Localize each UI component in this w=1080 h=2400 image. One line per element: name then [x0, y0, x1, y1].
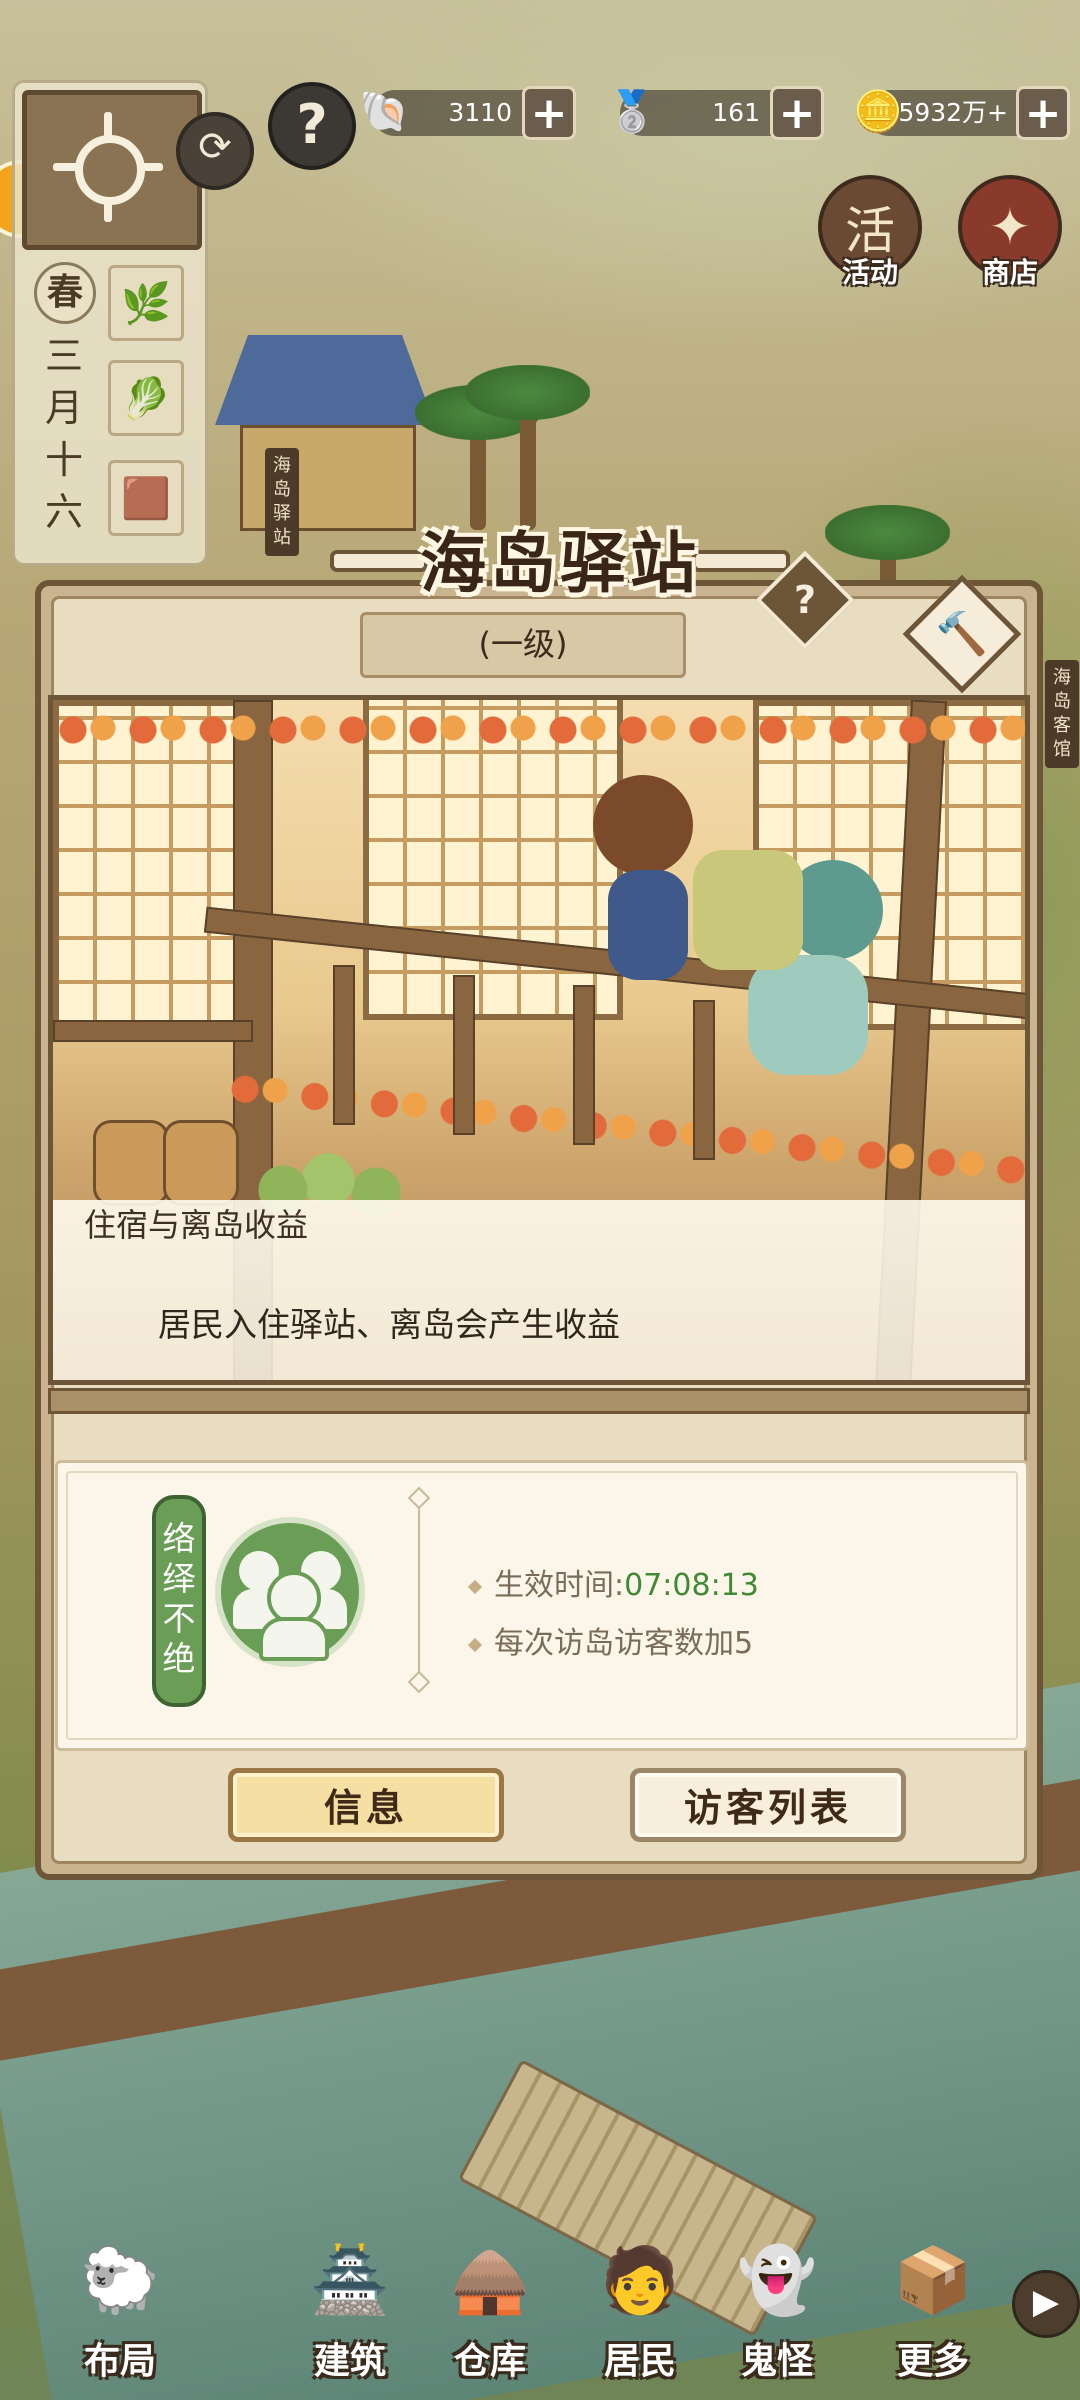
activity-label: 活动: [841, 256, 898, 289]
resident-icon: 🧑: [600, 2243, 680, 2318]
resource-silver: 🥈 161 +: [607, 86, 824, 140]
crop-slot-3[interactable]: 🟫: [108, 460, 184, 536]
hammer-icon: 🔨: [935, 609, 989, 658]
buff-duration-value: 07:08:13: [624, 1568, 759, 1603]
buff-effect: 每次访岛访客数加5: [467, 1618, 754, 1662]
bamboo-scroll-bundle: [693, 850, 803, 970]
divider: [418, 1500, 420, 1680]
visitor-character-body: [748, 955, 868, 1075]
map-sign-post-station[interactable]: 海岛驿站: [265, 448, 299, 556]
shell-icon: 🐚: [359, 89, 409, 135]
weather-button[interactable]: [22, 90, 202, 250]
activity-button[interactable]: 活 活动: [815, 175, 925, 295]
silver-count: 161: [712, 98, 760, 127]
add-shells-button[interactable]: +: [522, 86, 576, 140]
bottom-navigation: 🐑 布局 🏯 建筑 🛖 仓库 🧑 居民 👻 鬼怪 📦 更多: [0, 2190, 1080, 2400]
resource-shells: 🐚 3110 +: [359, 86, 576, 140]
building-illustration: [48, 695, 1030, 1385]
nav-more-label: 更多: [896, 2340, 969, 2382]
island-post-station-building[interactable]: [215, 335, 435, 531]
calendar-date: 三月十六: [44, 334, 83, 534]
nav-next-arrow-icon[interactable]: ▶: [1012, 2270, 1080, 2338]
silver-ingot-icon: 🥈: [607, 89, 657, 135]
crowd-icon: [215, 1517, 365, 1667]
map-sign-guesthouse[interactable]: 海岛客馆: [1045, 660, 1079, 768]
railing-post: [453, 975, 475, 1135]
nav-residents-label: 居民: [603, 2340, 676, 2382]
nav-more[interactable]: 📦 更多: [868, 2190, 998, 2400]
nav-ghosts[interactable]: 👻 鬼怪: [712, 2190, 842, 2400]
feature-description: 居民入住驿站、离岛会产生收益: [158, 1305, 620, 1344]
crop-slot-1[interactable]: 🌿: [108, 265, 184, 341]
diamond-bullet-icon: [467, 1579, 483, 1594]
nav-layout[interactable]: 🐑 布局: [55, 2190, 185, 2400]
modal-title: 海岛驿站: [420, 524, 700, 602]
scallion-icon: 🌿: [121, 280, 171, 327]
shop-label: 商店: [981, 256, 1038, 289]
layout-icon: 🐑: [80, 2243, 160, 2318]
season-indicator: 春: [34, 262, 96, 324]
building-icon: 🏯: [310, 2243, 390, 2318]
railing-post: [693, 1000, 715, 1160]
question-icon: ?: [296, 93, 328, 156]
buff-duration: 生效时间:07:08:13: [467, 1560, 759, 1604]
cabbage-icon: 🥬: [121, 375, 171, 422]
building-roof: [215, 335, 435, 425]
nav-residents[interactable]: 🧑 居民: [575, 2190, 705, 2400]
add-coins-button[interactable]: +: [1016, 86, 1070, 140]
barrel: [163, 1120, 239, 1206]
visitor-list-button[interactable]: 访客列表: [630, 1768, 906, 1842]
scene-frame-bottom: [48, 1388, 1030, 1414]
refresh-button[interactable]: ⟳: [176, 112, 254, 190]
refresh-icon: ⟳: [198, 124, 232, 170]
nav-ghosts-label: 鬼怪: [740, 2340, 813, 2382]
shop-button[interactable]: ✦ 商店: [955, 175, 1065, 295]
more-box-icon: 📦: [893, 2243, 973, 2318]
resident-character: [593, 775, 693, 875]
seed-icon: 🟫: [121, 475, 171, 522]
sun-icon: [75, 135, 145, 205]
info-button[interactable]: 信息: [228, 1768, 504, 1842]
crop-slot-2[interactable]: 🥬: [108, 360, 184, 436]
shell-count: 3110: [448, 98, 512, 127]
balcony-rail: [53, 1020, 253, 1042]
ghost-icon: 👻: [737, 2243, 817, 2318]
warehouse-icon: 🛖: [450, 2243, 530, 2318]
modal-title-banner: 海岛驿站: [330, 510, 790, 620]
nav-build-label: 建筑: [313, 2340, 386, 2382]
diamond-bullet-icon: [467, 1637, 483, 1652]
resource-coins: 🪙 5932万+ +: [853, 86, 1070, 140]
feature-title: 住宿与离岛收益: [84, 1206, 309, 1244]
add-silver-button[interactable]: +: [770, 86, 824, 140]
barrel: [93, 1120, 169, 1206]
railing-post: [573, 985, 595, 1145]
buff-effect-text: 每次访岛访客数加5: [494, 1626, 754, 1661]
buff-duration-label: 生效时间:: [494, 1568, 625, 1603]
nav-layout-label: 布局: [83, 2340, 156, 2382]
buff-name-tag: 络绎不绝: [152, 1495, 206, 1707]
nav-warehouse[interactable]: 🛖 仓库: [425, 2190, 555, 2400]
building-level: (一级): [360, 612, 686, 678]
railing-post: [333, 965, 355, 1125]
maple-garland: [53, 710, 1025, 750]
nav-build[interactable]: 🏯 建筑: [285, 2190, 415, 2400]
question-icon: ?: [793, 578, 817, 622]
help-button[interactable]: ?: [268, 82, 356, 170]
resident-character-body: [608, 870, 688, 980]
coin-count: 5932万+: [898, 98, 1008, 127]
nav-warehouse-label: 仓库: [453, 2340, 526, 2382]
